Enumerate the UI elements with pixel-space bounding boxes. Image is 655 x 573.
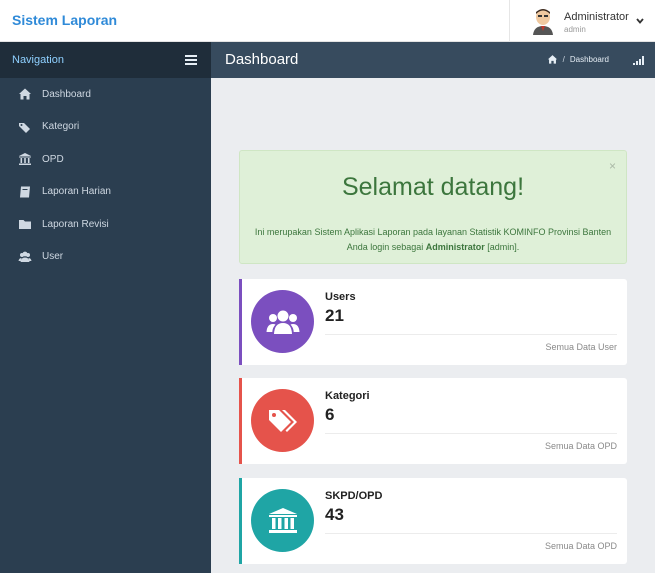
card-value: 6 [325,405,335,424]
signal-icon[interactable] [633,55,645,65]
app-brand[interactable]: Sistem Laporan [12,12,117,28]
tags-icon [268,409,297,432]
card-accent [239,478,242,564]
stat-card-skpd-opd: SKPD/OPD 43 Semua Data OPD [239,478,627,564]
welcome-description: Ini merupakan Sistem Aplikasi Laporan pa… [254,227,612,237]
user-role: admin [564,25,586,34]
breadcrumb-current: Dashboard [569,54,609,64]
folder-icon [19,220,31,230]
card-link[interactable]: Semua Data OPD [545,441,617,451]
card-icon-circle [251,389,314,452]
institution-icon [19,153,31,166]
book-icon [20,186,30,198]
sidebar-item-user[interactable]: User [0,241,211,274]
main-content: × Selamat datang! Ini merupakan Sistem A… [211,78,655,573]
stat-card-kategori: Kategori 6 Semua Data OPD [239,378,627,464]
welcome-login-info: Anda login sebagai Administrator [admin]… [346,242,520,252]
card-icon-circle [251,290,314,353]
sidebar-title: Navigation [12,54,64,66]
close-icon[interactable]: × [609,159,616,173]
card-value: 21 [325,306,344,325]
divider [325,533,617,534]
sidebar-item-label: Laporan Harian [42,186,111,198]
institution-icon [268,507,297,533]
user-menu[interactable]: Administrator admin [509,0,655,42]
sidebar: Navigation Dashboard Kategori OPD Lapora… [0,42,211,573]
welcome-title: Selamat datang! [341,173,525,201]
card-title: Kategori [325,390,370,402]
chevron-down-icon[interactable] [635,16,645,26]
login-user-name: Administrator [425,242,485,252]
sidebar-nav: Dashboard Kategori OPD Laporan Harian La… [0,78,211,273]
card-link[interactable]: Semua Data OPD [545,541,617,551]
breadcrumb-separator: / [562,54,565,64]
content-header: Dashboard / Dashboard [211,42,655,81]
sidebar-item-label: Kategori [42,121,80,133]
sidebar-header: Navigation [0,42,211,78]
welcome-alert: × Selamat datang! Ini merupakan Sistem A… [239,150,627,264]
divider [325,433,617,434]
sidebar-item-label: OPD [42,153,64,165]
card-link[interactable]: Semua Data User [545,342,617,352]
sidebar-item-laporan-harian[interactable]: Laporan Harian [0,176,211,209]
menu-toggle-icon[interactable] [185,55,197,65]
page-title: Dashboard [225,51,299,68]
card-title: SKPD/OPD [325,490,383,502]
sidebar-item-opd[interactable]: OPD [0,143,211,176]
sidebar-item-label: User [42,251,64,263]
users-icon [18,251,32,262]
breadcrumb: / Dashboard [547,54,609,64]
sidebar-item-laporan-revisi[interactable]: Laporan Revisi [0,208,211,241]
card-title: Users [325,291,356,303]
sidebar-item-label: Dashboard [42,88,91,100]
card-accent [239,279,242,365]
sidebar-item-label: Laporan Revisi [42,218,109,230]
home-icon[interactable] [547,54,558,64]
sidebar-item-kategori[interactable]: Kategori [0,111,211,144]
stat-card-users: Users 21 Semua Data User [239,279,627,365]
avatar [533,9,553,35]
users-icon [266,310,299,334]
home-icon [19,88,31,100]
top-bar: Sistem Laporan Administrator admin [0,0,655,42]
tags-icon [19,122,30,133]
sidebar-item-dashboard[interactable]: Dashboard [0,78,211,111]
card-icon-circle [251,489,314,552]
divider [325,334,617,335]
user-name: Administrator [564,11,629,23]
card-accent [239,378,242,464]
card-value: 43 [325,505,344,524]
